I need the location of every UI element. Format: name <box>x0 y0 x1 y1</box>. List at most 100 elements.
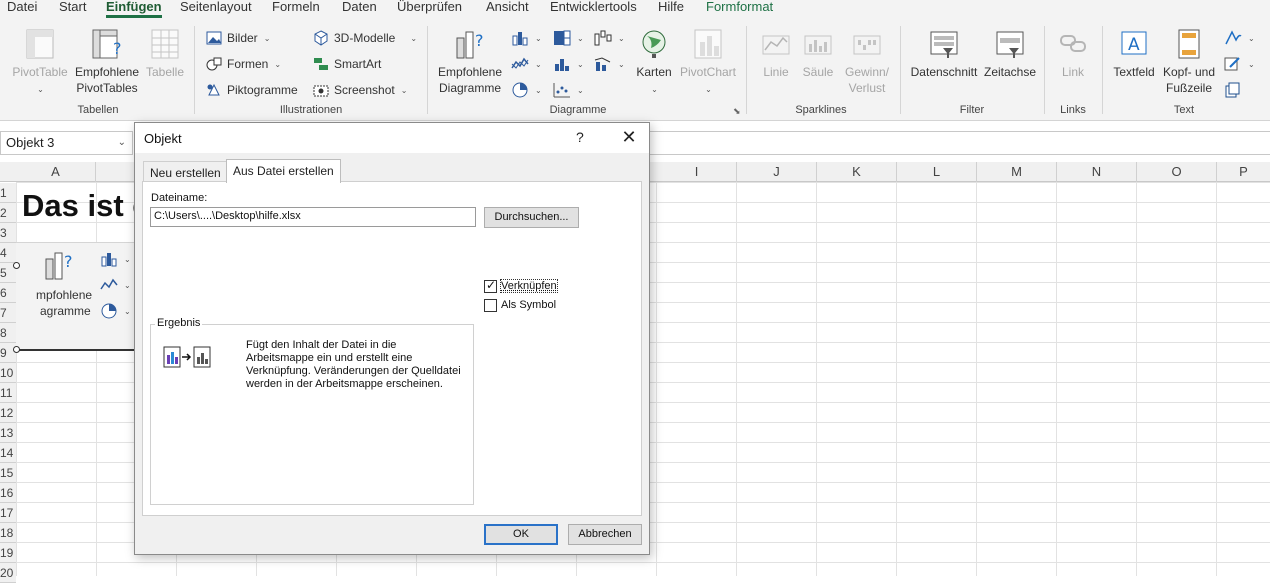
dialog-titlebar[interactable]: Objekt ? ✕ <box>135 123 649 153</box>
ok-button[interactable]: OK <box>484 524 558 545</box>
sheet-heading-text[interactable]: Das ist e <box>22 188 150 224</box>
filename-input[interactable]: C:\Users\....\Desktop\hilfe.xlsx <box>150 207 476 227</box>
tab-daten[interactable]: Daten <box>342 0 377 18</box>
column-header-l[interactable]: L <box>897 162 977 182</box>
tab-formformat[interactable]: Formformat <box>706 0 773 18</box>
icons-label: Piktogramme <box>227 83 298 97</box>
tab-datei[interactable]: Datei <box>7 0 37 18</box>
column-header-m[interactable]: M <box>977 162 1057 182</box>
group-separator <box>1102 26 1103 114</box>
row-header[interactable]: 4 <box>0 243 16 263</box>
screenshot-button[interactable]: Screenshot ⌄ <box>313 80 407 100</box>
link-checkbox-label[interactable]: Verknüpfen <box>501 280 557 292</box>
tab-entwicklertools[interactable]: Entwicklertools <box>550 0 637 18</box>
pivottable-button[interactable]: PivotTable ⌄ <box>8 28 72 98</box>
recommended-pivottables-button[interactable]: ? Empfohlene PivotTables <box>74 28 140 96</box>
row-header[interactable]: 7 <box>0 303 16 323</box>
icons-button[interactable]: Piktogramme <box>206 80 298 100</box>
maps-icon <box>639 28 669 60</box>
row-header[interactable]: 8 <box>0 323 16 343</box>
tab-start[interactable]: Start <box>59 0 86 18</box>
chevron-down-icon[interactable]: ⌄ <box>118 137 126 148</box>
sparkline-winloss-button[interactable]: Gewinn/Verlust <box>840 28 894 96</box>
row-header[interactable]: 16 <box>0 483 16 503</box>
row-header[interactable]: 1 <box>0 183 16 203</box>
pivotchart-button[interactable]: PivotChart ⌄ <box>678 28 738 98</box>
name-box[interactable]: Objekt 3 ⌄ <box>0 131 133 155</box>
scatter-chart-button[interactable]: ⌄ <box>553 80 584 100</box>
timeline-button[interactable]: Zeitachse <box>982 28 1038 80</box>
row-header[interactable]: 12 <box>0 403 16 423</box>
link-button[interactable]: Link <box>1052 28 1094 80</box>
tab-hilfe[interactable]: Hilfe <box>658 0 684 18</box>
pie-chart-button[interactable]: ⌄ <box>511 80 542 100</box>
charts-dialog-launcher[interactable]: ⬊ <box>733 106 741 117</box>
tab-formeln[interactable]: Formeln <box>272 0 320 18</box>
column-header-n[interactable]: N <box>1057 162 1137 182</box>
combo-chart-button[interactable]: ⌄ <box>594 54 625 74</box>
resize-handle[interactable] <box>13 262 20 269</box>
column-header-k[interactable]: K <box>817 162 897 182</box>
column-header-j[interactable]: J <box>737 162 817 182</box>
row-header[interactable]: 19 <box>0 543 16 563</box>
help-button[interactable]: ? <box>576 129 584 145</box>
row-header[interactable]: 2 <box>0 203 16 223</box>
resize-handle[interactable] <box>13 346 20 353</box>
tab-ueberpruefen[interactable]: Überprüfen <box>397 0 462 18</box>
symbol-checkbox-label[interactable]: Als Symbol <box>501 299 556 311</box>
row-header[interactable]: 3 <box>0 223 16 243</box>
tab-ansicht[interactable]: Ansicht <box>486 0 529 18</box>
header-footer-button[interactable]: Kopf- und Fußzeile <box>1160 28 1218 96</box>
group-label-charts: Diagramme <box>540 104 616 116</box>
row-header[interactable]: 13 <box>0 423 16 443</box>
wordart-button[interactable]: ⌄ <box>1224 28 1255 48</box>
close-icon[interactable]: ✕ <box>618 125 640 149</box>
column-chart-button[interactable]: ⌄ <box>511 28 542 48</box>
link-checkbox[interactable]: ✓ <box>484 280 497 293</box>
waterfall-chart-button[interactable]: ⌄ <box>594 28 625 48</box>
browse-button[interactable]: Durchsuchen... <box>484 207 579 228</box>
slicer-label: Datenschnitt <box>911 65 978 79</box>
formula-bar[interactable] <box>650 131 1270 155</box>
shapes-button[interactable]: Formen ⌄ <box>206 54 281 74</box>
column-header-p[interactable]: P <box>1217 162 1270 182</box>
row-header[interactable]: 6 <box>0 283 16 303</box>
row-header[interactable]: 11 <box>0 383 16 403</box>
recommended-charts-button[interactable]: ? Empfohlene Diagramme <box>434 28 506 96</box>
maps-button[interactable]: Karten ⌄ <box>634 28 674 98</box>
3d-models-button[interactable]: 3D-Modelle ⌄ <box>313 28 417 48</box>
tab-einfuegen[interactable]: Einfügen <box>106 0 162 18</box>
link-icon <box>1058 28 1088 60</box>
embedded-object[interactable]: ? mpfohlene agramme ⌄ ⌄ ⌄ <box>16 242 136 350</box>
slicer-button[interactable]: Datenschnitt <box>906 28 982 80</box>
tab-aus-datei-erstellen[interactable]: Aus Datei erstellen <box>226 159 341 183</box>
signature-line-button[interactable]: ⌄ <box>1224 54 1255 74</box>
row-header[interactable]: 14 <box>0 443 16 463</box>
embedded-label-2: agramme <box>36 304 91 318</box>
line-chart-button[interactable]: ⌄ <box>511 54 542 74</box>
row-header[interactable]: 20 <box>0 563 16 583</box>
sparkline-column-icon <box>803 28 833 60</box>
object-button[interactable] <box>1224 80 1242 100</box>
recommended-charts-icon: ? <box>453 28 487 60</box>
shapes-label: Formen <box>227 57 268 71</box>
symbol-checkbox[interactable] <box>484 299 497 312</box>
cancel-button[interactable]: Abbrechen <box>568 524 642 545</box>
statistic-chart-button[interactable]: ⌄ <box>553 54 584 74</box>
smartart-button[interactable]: SmartArt <box>313 54 381 74</box>
row-header[interactable]: 18 <box>0 523 16 543</box>
row-header[interactable]: 15 <box>0 463 16 483</box>
textbox-button[interactable]: A Textfeld <box>1110 28 1158 80</box>
table-button[interactable]: Tabelle <box>142 28 188 80</box>
column-header-i[interactable]: I <box>657 162 737 182</box>
row-header[interactable]: 17 <box>0 503 16 523</box>
column-header-a[interactable]: A <box>16 162 96 182</box>
sparkline-column-button[interactable]: Säule <box>798 28 838 80</box>
pictures-button[interactable]: Bilder ⌄ <box>206 28 270 48</box>
row-header[interactable]: 10 <box>0 363 16 383</box>
sparkline-line-button[interactable]: Linie <box>756 28 796 80</box>
column-header-o[interactable]: O <box>1137 162 1217 182</box>
hierarchy-chart-button[interactable]: ⌄ <box>553 28 584 48</box>
tab-neu-erstellen[interactable]: Neu erstellen <box>143 161 228 183</box>
tab-seitenlayout[interactable]: Seitenlayout <box>180 0 252 18</box>
